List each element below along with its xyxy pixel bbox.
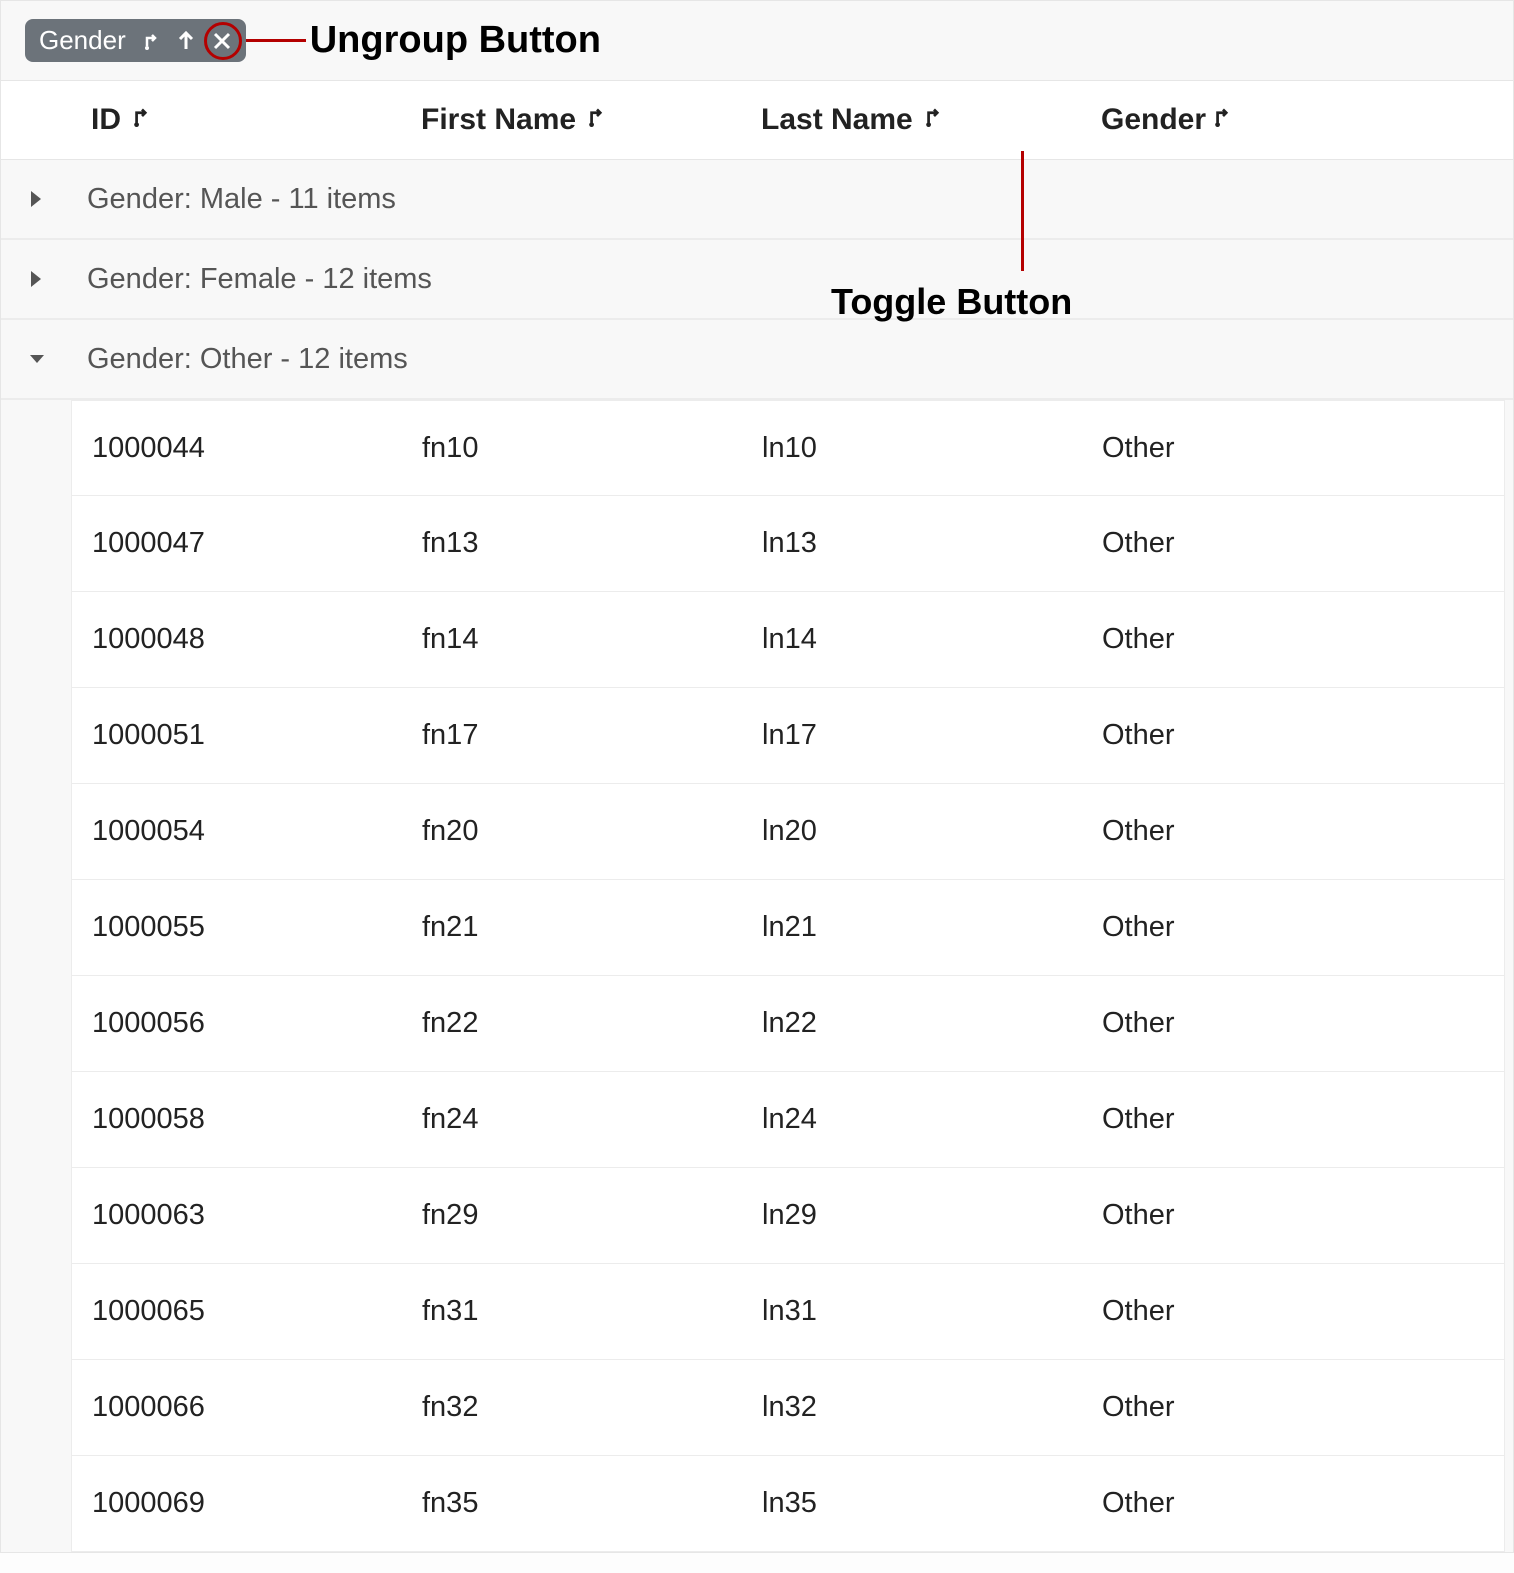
group-bar: Gender Ungroup Button [1,1,1513,80]
cell-first_name: fn24 [402,1103,742,1136]
cell-first_name: fn17 [402,719,742,752]
group-toggle-icon[interactable] [140,29,164,53]
cell-id: 1000065 [72,1295,402,1328]
table-row[interactable]: 1000058fn24ln24Other [71,1072,1505,1168]
cell-id: 1000055 [72,911,402,944]
cell-id: 1000051 [72,719,402,752]
cell-id: 1000056 [72,1007,402,1040]
cell-gender: Other [1082,1199,1382,1232]
table-row[interactable]: 1000055fn21ln21Other [71,880,1505,976]
cell-first_name: fn32 [402,1391,742,1424]
chevron-down-icon[interactable] [27,349,87,369]
cell-gender: Other [1082,1295,1382,1328]
cell-first_name: fn10 [402,432,742,465]
ungroup-highlight-circle [204,22,242,60]
cell-first_name: fn31 [402,1295,742,1328]
table-row[interactable]: 1000065fn31ln31Other [71,1264,1505,1360]
cell-gender: Other [1082,1391,1382,1424]
group-row[interactable]: Gender: Male - 11 items [1,160,1513,240]
cell-first_name: fn35 [402,1487,742,1520]
group-row[interactable]: Gender: Female - 12 items [1,240,1513,320]
table-row[interactable]: 1000044fn10ln10Other [71,400,1505,496]
cell-last_name: ln24 [742,1103,1082,1136]
cell-first_name: fn14 [402,623,742,656]
cell-id: 1000048 [72,623,402,656]
column-header-row: ID First Name Last Name [1,80,1513,160]
cell-last_name: ln32 [742,1391,1082,1424]
cell-first_name: fn20 [402,815,742,848]
cell-gender: Other [1082,623,1382,656]
cell-id: 1000044 [72,432,402,465]
cell-last_name: ln29 [742,1199,1082,1232]
column-header-gender-label: Gender [1101,103,1206,137]
table-row[interactable]: 1000051fn17ln17Other [71,688,1505,784]
table-row[interactable]: 1000063fn29ln29Other [71,1168,1505,1264]
column-header-id-label: ID [91,103,121,137]
cell-last_name: ln22 [742,1007,1082,1040]
table-row[interactable]: 1000047fn13ln13Other [71,496,1505,592]
column-header-first-name-label: First Name [421,103,576,137]
cell-id: 1000047 [72,527,402,560]
cell-last_name: ln31 [742,1295,1082,1328]
table-row[interactable]: 1000066fn32ln32Other [71,1360,1505,1456]
cell-last_name: ln21 [742,911,1082,944]
column-header-id[interactable]: ID [91,103,421,137]
group-row[interactable]: Gender: Other - 12 items [1,320,1513,400]
column-header-last-name[interactable]: Last Name [761,103,1101,137]
cell-last_name: ln20 [742,815,1082,848]
cell-gender: Other [1082,1103,1382,1136]
annotation-connector [1021,151,1024,271]
cell-gender: Other [1082,1487,1382,1520]
cell-first_name: fn22 [402,1007,742,1040]
sort-up-icon[interactable] [176,29,196,53]
table-row[interactable]: 1000048fn14ln14Other [71,592,1505,688]
cell-id: 1000054 [72,815,402,848]
data-grid: Gender Ungroup Button [0,0,1514,1553]
annotation-ungroup: Ungroup Button [310,19,601,62]
group-row-label: Gender: Male - 11 items [87,183,396,216]
chevron-right-icon[interactable] [27,189,87,209]
cell-gender: Other [1082,432,1382,465]
cell-first_name: fn13 [402,527,742,560]
cell-last_name: ln10 [742,432,1082,465]
cell-id: 1000069 [72,1487,402,1520]
column-header-gender[interactable]: Gender [1101,103,1401,137]
column-header-last-name-label: Last Name [761,103,913,137]
table-row[interactable]: 1000069fn35ln35Other [71,1456,1505,1552]
group-toggle-icon[interactable] [1210,103,1236,137]
group-row-label: Gender: Other - 12 items [87,343,408,376]
group-toggle-icon[interactable] [129,103,155,137]
data-rows: 1000044fn10ln10Other1000047fn13ln13Other… [1,400,1513,1552]
group-row-label: Gender: Female - 12 items [87,263,432,296]
cell-id: 1000063 [72,1199,402,1232]
cell-gender: Other [1082,1007,1382,1040]
cell-gender: Other [1082,815,1382,848]
cell-last_name: ln17 [742,719,1082,752]
cell-id: 1000066 [72,1391,402,1424]
cell-last_name: ln35 [742,1487,1082,1520]
chevron-right-icon[interactable] [27,269,87,289]
cell-gender: Other [1082,911,1382,944]
table-row[interactable]: 1000056fn22ln22Other [71,976,1505,1072]
cell-gender: Other [1082,719,1382,752]
group-toggle-icon[interactable] [921,103,947,137]
group-toggle-icon[interactable] [584,103,610,137]
cell-last_name: ln13 [742,527,1082,560]
cell-first_name: fn29 [402,1199,742,1232]
cell-gender: Other [1082,527,1382,560]
table-row[interactable]: 1000054fn20ln20Other [71,784,1505,880]
group-chip-label: Gender [39,25,128,56]
annotation-toggle: Toggle Button [831,281,1072,323]
column-header-first-name[interactable]: First Name [421,103,761,137]
annotation-connector [246,39,306,42]
cell-id: 1000058 [72,1103,402,1136]
cell-first_name: fn21 [402,911,742,944]
cell-last_name: ln14 [742,623,1082,656]
